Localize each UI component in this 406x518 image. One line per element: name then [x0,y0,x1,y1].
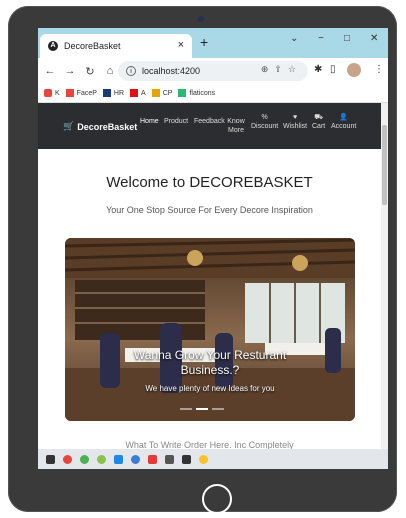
cart-icon: ⛟ [314,114,324,121]
taskbar-app-icon[interactable] [46,454,55,464]
url-text: localhost:4200 [142,66,201,76]
heart-icon: ♥ [292,114,298,121]
taskbar-app-icon[interactable] [165,454,174,464]
nav-know-more[interactable]: Know More [227,117,245,135]
nav-account[interactable]: 👤 Account [331,113,356,131]
bookmark-hr[interactable]: HR [102,89,124,97]
browser-toolbar: ← → ↻ ⌂ i localhost:4200 ⊕⇪☆ ✱ ▯ ⋮ [38,58,388,84]
site-navbar: 🛒 DecoreBasket Home Product Feedback Kno… [38,103,381,149]
taskbar-app-icon[interactable] [114,454,123,464]
nav-cart[interactable]: ⛟ Cart [312,113,325,131]
close-window-button[interactable]: ✕ [370,33,378,44]
restaurant-image [65,238,355,421]
user-icon: 👤 [339,114,348,121]
taskbar-app-icon[interactable] [131,454,140,464]
nav-discount[interactable]: % Discount [251,113,278,131]
nav-product[interactable]: Product [164,117,188,126]
bookmark-icon [44,89,52,97]
address-bar-actions: ⊕⇪☆ [261,64,302,75]
maximize-button[interactable]: □ [344,33,350,44]
menu-icon[interactable]: ⋮ [374,64,384,75]
bookmark-facep[interactable]: FaceP [65,89,97,97]
bookmark-a[interactable]: A [130,89,146,97]
camera-icon [198,16,204,22]
minimize-button[interactable]: − [318,33,324,44]
tab-title: DecoreBasket [64,41,121,51]
carousel-caption: Wanna Grow Your Resturant Business.? We … [65,348,355,393]
scroll-thumb[interactable] [382,125,387,205]
caption-title: Wanna Grow Your Resturant Business.? [133,348,287,377]
bookmark-k[interactable]: K [44,89,60,97]
address-bar[interactable]: i localhost:4200 ⊕⇪☆ [118,61,308,81]
page-title: Welcome to DECOREBASKET [106,174,313,191]
brand-logo[interactable]: 🛒 DecoreBasket [63,121,137,132]
nav-wishlist[interactable]: ♥ Wishlist [283,113,307,131]
browser-tab[interactable]: A DecoreBasket × [40,34,192,58]
extensions-icon[interactable]: ✱ [314,64,322,75]
brand-name: DecoreBasket [77,121,138,132]
taskbar-app-icon[interactable] [97,454,106,464]
carousel-indicator-1[interactable] [180,408,192,410]
hero-carousel[interactable]: Wanna Grow Your Resturant Business.? We … [65,238,355,421]
profile-avatar[interactable] [347,63,361,77]
bookmark-icon [65,89,74,97]
carousel-indicator-3[interactable] [212,408,224,410]
close-tab-icon[interactable]: × [178,39,184,51]
os-taskbar [38,449,388,469]
percent-icon: % [261,114,268,121]
taskbar-app-icon[interactable] [148,454,157,464]
tab-search-icon[interactable]: ⌄ [290,33,298,44]
bookmark-icon [151,89,160,97]
browser-tab-bar: A DecoreBasket × + ⌄ − □ ✕ [38,28,388,58]
home-button[interactable] [202,484,232,514]
bookmark-icon [130,89,139,97]
page-subtitle: Your One Stop Source For Every Decore In… [106,205,313,215]
forward-icon[interactable]: → [62,65,78,77]
section-heading-partial: What To Write Order Here. Inc Completely [125,440,294,449]
info-icon[interactable]: i [126,66,136,76]
nav-feedback[interactable]: Feedback [194,117,225,126]
angular-icon: A [48,41,58,51]
taskbar-app-icon[interactable] [182,454,191,464]
bookmark-cp[interactable]: CP [151,89,172,97]
bookmark-icon [102,89,111,97]
bookmarks-bar: K FaceP HR A CP flaticons [38,84,388,103]
tablet-screen: A DecoreBasket × + ⌄ − □ ✕ ← → ↻ ⌂ i loc… [38,28,388,469]
side-panel-icon[interactable]: ▯ [330,64,336,75]
carousel-indicators [180,408,224,410]
cart-logo-icon: 🛒 [63,121,75,131]
share-icon[interactable]: ⇪ [274,64,288,74]
nav-home[interactable]: Home [140,117,159,126]
bookmark-flaticons[interactable]: flaticons [178,89,215,97]
carousel-indicator-2[interactable] [196,408,208,410]
caption-text: We have plenty of new Ideas for you [145,384,275,393]
bookmark-icon [178,89,187,97]
new-tab-button[interactable]: + [200,34,208,50]
zoom-icon[interactable]: ⊕ [261,64,275,74]
home-icon[interactable]: ⌂ [102,65,118,77]
reload-icon[interactable]: ↻ [82,65,98,78]
back-icon[interactable]: ← [42,65,58,77]
bookmark-star-icon[interactable]: ☆ [288,64,302,74]
chrome-icon[interactable] [199,454,208,464]
taskbar-app-icon[interactable] [80,454,89,464]
taskbar-app-icon[interactable] [63,454,72,464]
page-scrollbar[interactable] [381,103,388,449]
